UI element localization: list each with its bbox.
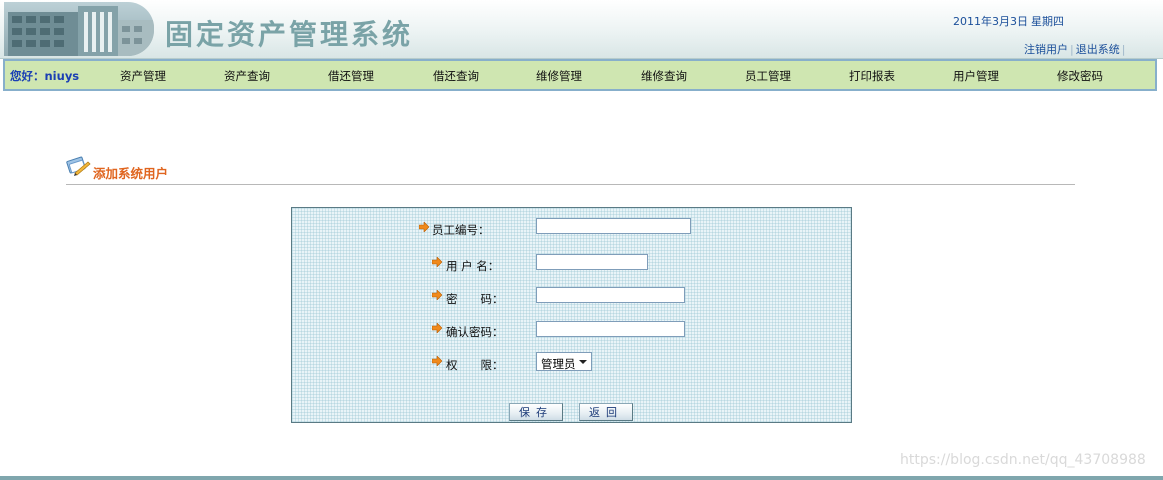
permission-label: 权 限： (446, 358, 504, 372)
link-separator: | (1121, 43, 1126, 56)
chevron-down-icon (579, 360, 587, 364)
nav-item-borrow-management[interactable]: 借还管理 (328, 68, 374, 84)
logout-user-link[interactable]: 注销用户 (1024, 43, 1068, 56)
section-divider (66, 184, 1075, 185)
nav-item-user-management[interactable]: 用户管理 (953, 68, 999, 84)
edit-document-icon (66, 153, 92, 177)
link-separator: | (1070, 43, 1074, 56)
arrow-bullet-icon (419, 222, 429, 232)
nav-item-borrow-query[interactable]: 借还查询 (433, 68, 479, 84)
nav-item-print-report[interactable]: 打印报表 (849, 68, 895, 84)
current-weekday: 星期四 (1031, 15, 1064, 28)
user-greeting: 您好：niuys (10, 69, 80, 83)
footer-bar (0, 476, 1163, 480)
building-photo-logo (4, 2, 154, 56)
arrow-bullet-icon (432, 323, 442, 333)
nav-item-repair-management[interactable]: 维修管理 (536, 68, 582, 84)
add-user-form-panel (291, 207, 852, 423)
employee-id-label: 员工编号： (432, 223, 490, 237)
save-button[interactable]: 保存 (509, 403, 563, 421)
nav-item-asset-query[interactable]: 资产查询 (224, 68, 270, 84)
username-input[interactable] (536, 254, 648, 270)
main-navbar: 您好：niuys 资产管理 资产查询 借还管理 借还查询 维修管理 维修查询 员… (3, 59, 1157, 91)
arrow-bullet-icon (432, 356, 442, 366)
section-title: 添加系统用户 (93, 166, 169, 181)
nav-item-asset-management[interactable]: 资产管理 (120, 68, 166, 84)
nav-item-change-password[interactable]: 修改密码 (1057, 68, 1103, 84)
password-label: 密 码： (446, 292, 504, 306)
employee-id-input[interactable] (536, 218, 691, 234)
header: 固定资产管理系统 2011年3月3日 星期四 注销用户 | 退出系统 | (0, 0, 1163, 59)
app-title: 固定资产管理系统 (165, 18, 414, 51)
top-links: 注销用户 | 退出系统 | (1024, 41, 1127, 57)
watermark-text: https://blog.csdn.net/qq_43708988 (900, 452, 1146, 468)
permission-select[interactable]: 管理员 (536, 352, 592, 371)
back-button[interactable]: 返回 (579, 403, 633, 421)
permission-selected-value: 管理员 (541, 357, 576, 371)
arrow-bullet-icon (432, 257, 442, 267)
username-label: 用 户 名： (446, 259, 500, 273)
nav-item-employee-management[interactable]: 员工管理 (745, 68, 791, 84)
confirm-password-label: 确认密码： (446, 325, 504, 339)
nav-item-repair-query[interactable]: 维修查询 (641, 68, 687, 84)
arrow-bullet-icon (432, 290, 442, 300)
current-date: 2011年3月3日 (953, 15, 1028, 28)
exit-system-link[interactable]: 退出系统 (1076, 43, 1120, 56)
confirm-password-input[interactable] (536, 321, 685, 337)
password-input[interactable] (536, 287, 685, 303)
